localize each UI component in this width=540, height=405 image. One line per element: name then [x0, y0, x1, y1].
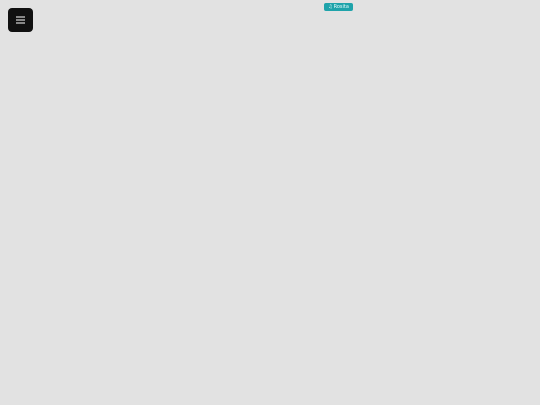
badge-label: Rosita [333, 4, 349, 10]
music-note-icon: ♫ [328, 4, 333, 10]
hamburger-menu-icon [16, 16, 25, 24]
menu-button[interactable] [8, 8, 33, 32]
now-playing-badge[interactable]: ♫ Rosita [324, 3, 353, 11]
